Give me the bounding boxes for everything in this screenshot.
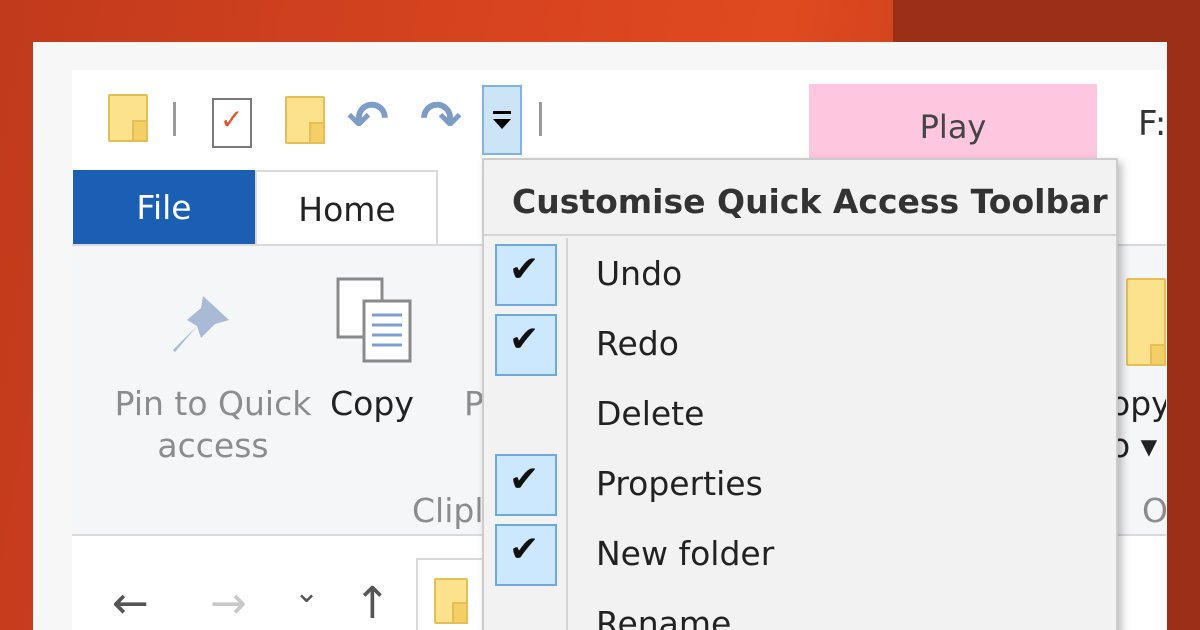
menu-item-checkbox: ✔ xyxy=(495,314,557,376)
tab-home[interactable]: Home xyxy=(255,170,438,245)
back-button[interactable]: ← xyxy=(112,582,149,626)
organise-group-label: O xyxy=(1142,491,1166,530)
tab-file-label: File xyxy=(136,188,192,227)
menu-item-label: Properties xyxy=(596,464,763,503)
menu-item-label: Delete xyxy=(596,394,705,433)
properties-icon[interactable]: ✓ xyxy=(212,98,252,148)
menu-item-checkbox: ✔ xyxy=(495,454,557,516)
tab-home-label: Home xyxy=(298,190,396,229)
menu-item-delete[interactable]: Delete xyxy=(484,380,1116,450)
folder-icon xyxy=(434,578,468,624)
copy-to-label[interactable]: opy xyxy=(1110,383,1166,425)
menu-item-checkbox: ✔ xyxy=(495,524,557,586)
tab-file[interactable]: File xyxy=(73,170,255,244)
customize-qat-menu: Customise Quick Access Toolbar ✔ Undo ✔ … xyxy=(482,158,1118,630)
recent-locations-button[interactable]: ⌄ xyxy=(294,578,319,608)
menu-item-label: Rename xyxy=(596,604,732,630)
menu-item-checkbox: ✔ xyxy=(495,244,557,306)
menu-item-label: New folder xyxy=(596,534,775,573)
copy-icon[interactable] xyxy=(334,275,414,365)
toolbar-separator xyxy=(173,102,176,136)
checkmark-icon: ✔ xyxy=(509,529,540,570)
copy-label[interactable]: Copy xyxy=(322,383,422,425)
menu-item-label: Redo xyxy=(596,324,679,363)
clipboard-group-label: Clipl xyxy=(412,491,484,530)
menu-bar-icon xyxy=(493,111,511,114)
chevron-down-icon xyxy=(493,119,511,129)
folder-icon[interactable] xyxy=(108,94,148,142)
forward-button[interactable]: → xyxy=(210,582,247,626)
undo-icon[interactable]: ↶ xyxy=(347,94,389,144)
checkmark-icon: ✔ xyxy=(509,249,540,290)
window-title: F: xyxy=(1138,104,1166,144)
tab-play-label: Play xyxy=(919,108,987,146)
copy-to-folder-icon[interactable] xyxy=(1126,278,1166,366)
customize-qat-button[interactable] xyxy=(482,85,522,155)
paste-label-partial[interactable]: P xyxy=(464,383,484,425)
checkmark-icon: ✔ xyxy=(509,319,540,360)
menu-item-rename[interactable]: Rename xyxy=(484,590,1116,630)
checkmark-icon: ✔ xyxy=(509,459,540,500)
menu-title: Customise Quick Access Toolbar xyxy=(512,182,1108,221)
menu-item-new-folder[interactable]: ✔ New folder xyxy=(484,520,1116,590)
up-button[interactable]: ↑ xyxy=(354,582,391,626)
menu-item-properties[interactable]: ✔ Properties xyxy=(484,450,1116,520)
pin-to-quick-access-label-1[interactable]: Pin to Quick xyxy=(98,383,328,425)
menu-item-undo[interactable]: ✔ Undo xyxy=(484,240,1116,310)
pin-to-quick-access-label-2[interactable]: access xyxy=(98,425,328,467)
pin-icon[interactable] xyxy=(167,290,237,360)
menu-item-label: Undo xyxy=(596,254,683,293)
menu-header: Customise Quick Access Toolbar xyxy=(484,160,1116,236)
tab-play[interactable]: Play xyxy=(809,84,1097,158)
new-folder-icon[interactable] xyxy=(285,96,325,144)
menu-item-redo[interactable]: ✔ Redo xyxy=(484,310,1116,380)
toolbar-separator xyxy=(539,102,542,136)
redo-icon[interactable]: ↷ xyxy=(420,94,462,144)
checkmark-icon: ✓ xyxy=(220,103,244,136)
